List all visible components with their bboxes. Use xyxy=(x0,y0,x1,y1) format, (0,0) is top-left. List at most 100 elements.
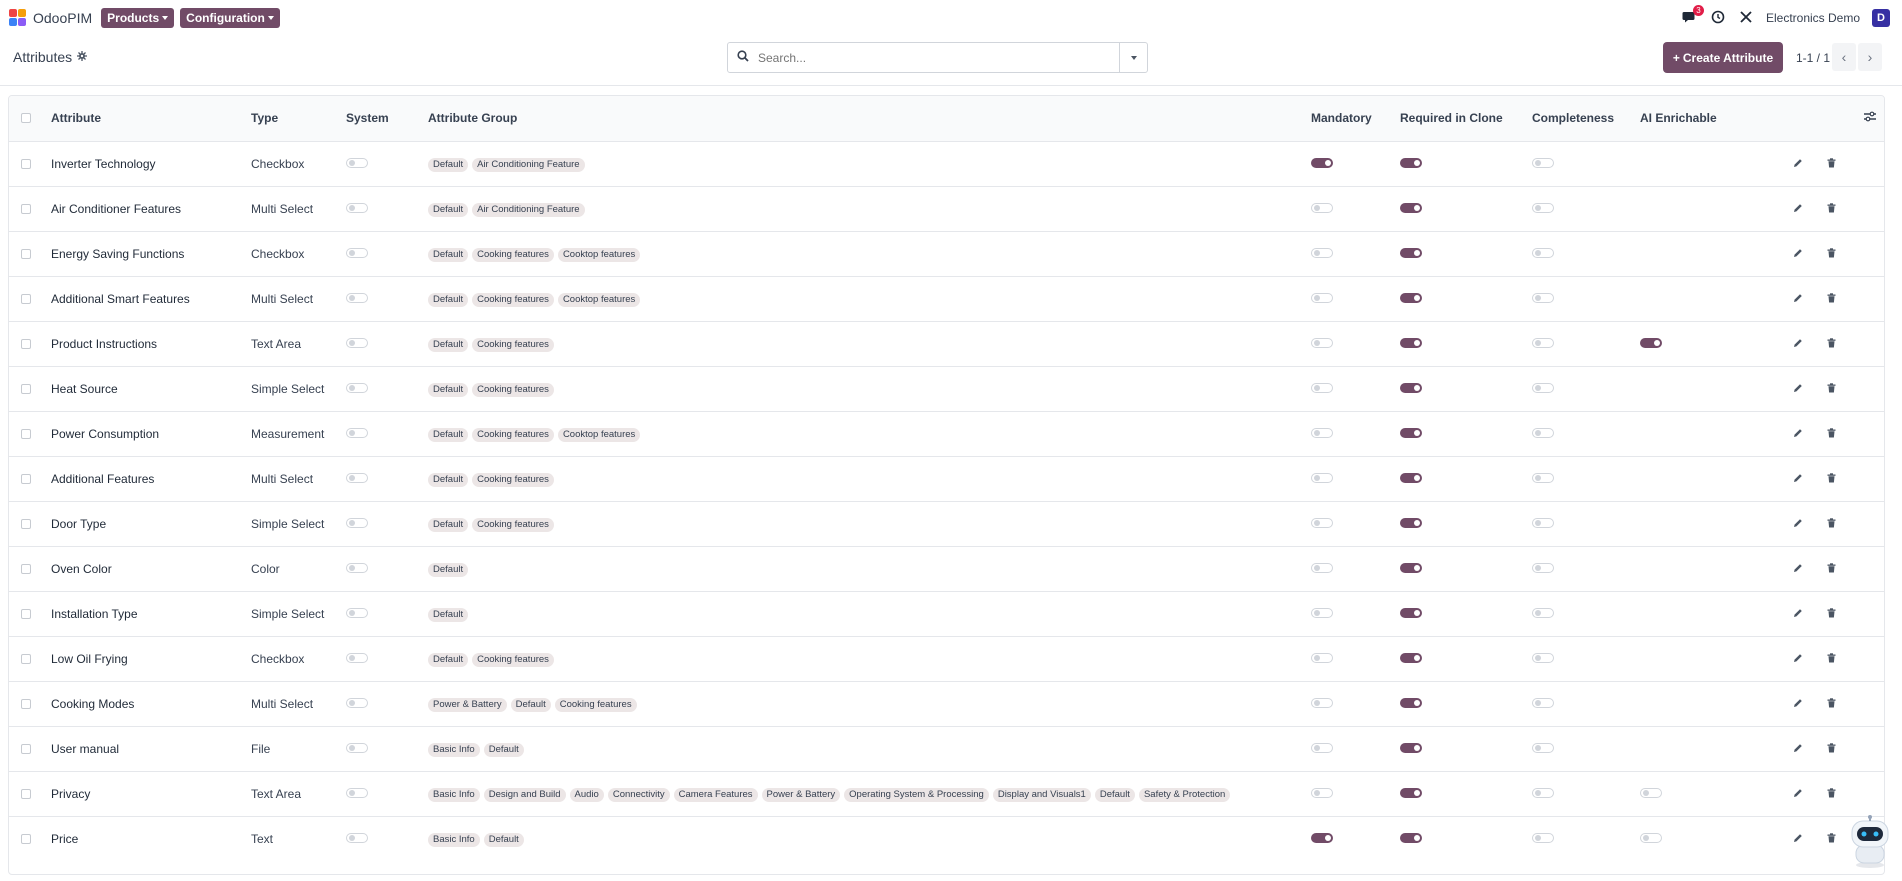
completeness-toggle[interactable] xyxy=(1532,382,1554,393)
pager-next-button[interactable]: › xyxy=(1858,43,1882,71)
edit-pencil-icon[interactable] xyxy=(1793,743,1803,756)
completeness-toggle[interactable] xyxy=(1532,472,1554,483)
row-checkbox[interactable] xyxy=(21,203,31,214)
create-attribute-button[interactable]: + Create Attribute xyxy=(1663,42,1783,73)
attribute-name[interactable]: Additional Smart Features xyxy=(45,276,245,321)
edit-pencil-icon[interactable] xyxy=(1793,383,1803,396)
required-in-clone-toggle[interactable] xyxy=(1400,292,1422,303)
completeness-toggle[interactable] xyxy=(1532,742,1554,753)
required-in-clone-toggle[interactable] xyxy=(1400,472,1422,483)
required-in-clone-toggle[interactable] xyxy=(1400,337,1422,348)
ai-assistant-robot-icon[interactable] xyxy=(1846,815,1894,869)
mandatory-toggle[interactable] xyxy=(1311,382,1333,393)
row-checkbox[interactable] xyxy=(21,338,31,349)
required-in-clone-toggle[interactable] xyxy=(1400,742,1422,753)
mandatory-toggle[interactable] xyxy=(1311,472,1333,483)
delete-trash-icon[interactable] xyxy=(1827,247,1836,261)
required-in-clone-toggle[interactable] xyxy=(1400,652,1422,663)
tools-icon[interactable] xyxy=(1738,10,1754,26)
system-toggle[interactable] xyxy=(346,697,368,708)
attribute-name[interactable]: Installation Type xyxy=(45,591,245,636)
system-toggle[interactable] xyxy=(346,787,368,798)
menu-products[interactable]: Products xyxy=(101,8,175,28)
system-toggle[interactable] xyxy=(346,202,368,213)
edit-pencil-icon[interactable] xyxy=(1793,293,1803,306)
mandatory-toggle[interactable] xyxy=(1311,697,1333,708)
mandatory-toggle[interactable] xyxy=(1311,742,1333,753)
table-row[interactable]: Privacy Text Area Basic Info Design and Bui… xyxy=(9,771,1884,816)
table-row[interactable]: Power Consumption Measurement Default Cooki… xyxy=(9,411,1884,456)
required-in-clone-toggle[interactable] xyxy=(1400,787,1422,798)
delete-trash-icon[interactable] xyxy=(1827,652,1836,666)
delete-trash-icon[interactable] xyxy=(1827,427,1836,441)
table-row[interactable]: Additional Smart Features Multi Select Def… xyxy=(9,276,1884,321)
completeness-toggle[interactable] xyxy=(1532,247,1554,258)
completeness-toggle[interactable] xyxy=(1532,787,1554,798)
mandatory-toggle[interactable] xyxy=(1311,607,1333,618)
edit-pencil-icon[interactable] xyxy=(1793,653,1803,666)
system-toggle[interactable] xyxy=(346,472,368,483)
ai-enrichable-toggle[interactable] xyxy=(1640,832,1662,843)
completeness-toggle[interactable] xyxy=(1532,607,1554,618)
clock-icon[interactable] xyxy=(1710,10,1726,26)
row-checkbox[interactable] xyxy=(21,428,31,439)
required-in-clone-toggle[interactable] xyxy=(1400,157,1422,168)
table-row[interactable]: Product Instructions Text Area Default Cook… xyxy=(9,321,1884,366)
required-in-clone-toggle[interactable] xyxy=(1400,202,1422,213)
edit-pencil-icon[interactable] xyxy=(1793,338,1803,351)
required-in-clone-toggle[interactable] xyxy=(1400,382,1422,393)
completeness-toggle[interactable] xyxy=(1532,292,1554,303)
completeness-toggle[interactable] xyxy=(1532,832,1554,843)
attribute-name[interactable]: Low Oil Frying xyxy=(45,636,245,681)
attribute-name[interactable]: Oven Color xyxy=(45,546,245,591)
delete-trash-icon[interactable] xyxy=(1827,697,1836,711)
app-name[interactable]: OdooPIM xyxy=(33,10,92,26)
column-header-mandatory[interactable]: Mandatory xyxy=(1305,96,1394,141)
edit-pencil-icon[interactable] xyxy=(1793,158,1803,171)
required-in-clone-toggle[interactable] xyxy=(1400,832,1422,843)
attribute-name[interactable]: Additional Features xyxy=(45,456,245,501)
system-toggle[interactable] xyxy=(346,382,368,393)
system-toggle[interactable] xyxy=(346,427,368,438)
system-toggle[interactable] xyxy=(346,562,368,573)
delete-trash-icon[interactable] xyxy=(1827,607,1836,621)
app-logo-icon[interactable] xyxy=(9,9,27,27)
required-in-clone-toggle[interactable] xyxy=(1400,697,1422,708)
edit-pencil-icon[interactable] xyxy=(1793,248,1803,261)
mandatory-toggle[interactable] xyxy=(1311,337,1333,348)
table-row[interactable]: Low Oil Frying Checkbox Default Cooking fea… xyxy=(9,636,1884,681)
row-checkbox[interactable] xyxy=(21,608,31,619)
system-toggle[interactable] xyxy=(346,652,368,663)
delete-trash-icon[interactable] xyxy=(1827,833,1836,846)
table-row[interactable]: Additional Features Multi Select Default Co… xyxy=(9,456,1884,501)
edit-pencil-icon[interactable] xyxy=(1793,518,1803,531)
company-switcher[interactable]: Electronics Demo xyxy=(1766,11,1860,25)
table-row[interactable]: Air Conditioner Features Multi Select Defa… xyxy=(9,186,1884,231)
menu-configuration[interactable]: Configuration xyxy=(180,8,280,28)
delete-trash-icon[interactable] xyxy=(1827,517,1836,531)
system-toggle[interactable] xyxy=(346,292,368,303)
row-checkbox[interactable] xyxy=(21,563,31,574)
row-checkbox[interactable] xyxy=(21,518,31,529)
delete-trash-icon[interactable] xyxy=(1827,787,1836,801)
column-header-system[interactable]: System xyxy=(340,96,422,141)
edit-pencil-icon[interactable] xyxy=(1793,473,1803,486)
attribute-name[interactable]: Price xyxy=(45,816,245,861)
edit-pencil-icon[interactable] xyxy=(1793,563,1803,576)
edit-pencil-icon[interactable] xyxy=(1793,428,1803,441)
search-options-toggle[interactable] xyxy=(1119,43,1147,72)
edit-pencil-icon[interactable] xyxy=(1793,698,1803,711)
ai-enrichable-toggle[interactable] xyxy=(1640,337,1662,348)
mandatory-toggle[interactable] xyxy=(1311,562,1333,573)
delete-trash-icon[interactable] xyxy=(1827,157,1836,171)
completeness-toggle[interactable] xyxy=(1532,562,1554,573)
delete-trash-icon[interactable] xyxy=(1827,292,1836,306)
completeness-toggle[interactable] xyxy=(1532,517,1554,528)
table-row[interactable]: Inverter Technology Checkbox Default Air Co… xyxy=(9,141,1884,186)
table-row[interactable]: Heat Source Simple Select Default Cooking f… xyxy=(9,366,1884,411)
column-header-type[interactable]: Type xyxy=(245,96,340,141)
mandatory-toggle[interactable] xyxy=(1311,652,1333,663)
delete-trash-icon[interactable] xyxy=(1827,742,1836,756)
system-toggle[interactable] xyxy=(346,607,368,618)
search-bar[interactable] xyxy=(727,42,1148,73)
